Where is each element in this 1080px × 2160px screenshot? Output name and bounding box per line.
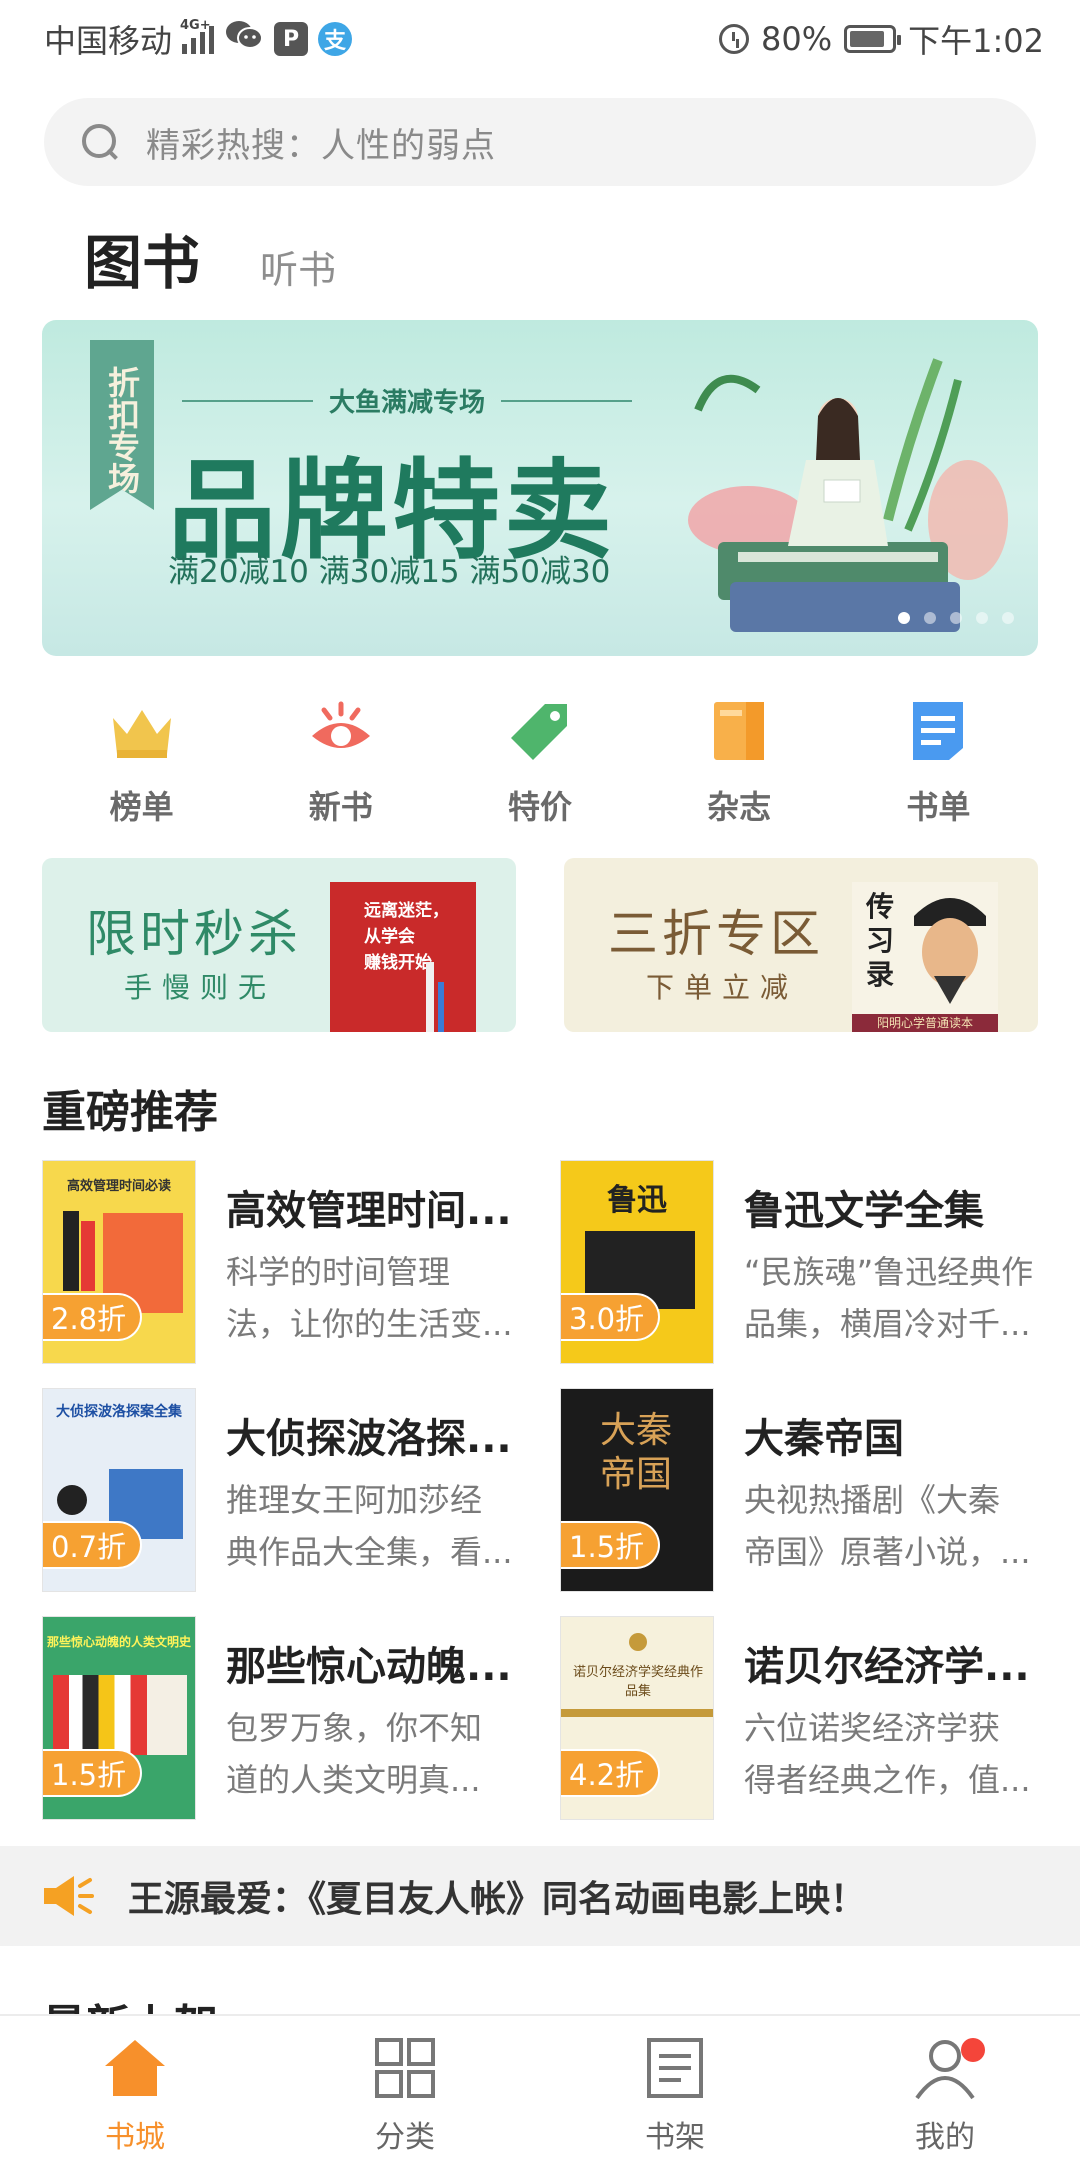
content-tabs: 图书 听书 — [84, 216, 336, 300]
bookshelf-icon — [647, 2038, 703, 2098]
book-title: 鲁迅文学全集 — [744, 1188, 984, 1234]
category-booklist[interactable]: 书单 — [868, 696, 1008, 828]
flash-sale-book-cover: 远离迷茫， 从学会 赚钱开始 — [330, 882, 476, 1032]
book-cover: 那些惊心动魄的人类文明史 1.5折 — [42, 1616, 196, 1820]
crown-icon — [112, 710, 171, 758]
pager-dot-active[interactable] — [898, 612, 910, 624]
discount-badge: 0.7折 — [43, 1521, 143, 1569]
category-ranking[interactable]: 榜单 — [72, 696, 212, 828]
book-title: 诺贝尔经济学... — [744, 1644, 1030, 1690]
discount-badge: 1.5折 — [43, 1749, 143, 1797]
book-description: 包罗万象，你不知 道的人类文明真... — [226, 1709, 483, 1799]
notification-badge — [961, 2038, 985, 2062]
promo-cards: 限时秒杀 手慢则无 远离迷茫， 从学会 赚钱开始 三折专区 下单立减 传 习 录 — [42, 858, 1038, 1032]
book-description: 六位诺奖经济学获 得者经典之作，值... — [744, 1709, 1031, 1799]
banner-offer: 满20减10 满30减15 满50减30 — [168, 554, 611, 590]
list-doc-icon — [913, 702, 964, 760]
book-title: 高效管理时间... — [226, 1188, 512, 1234]
tag-icon — [510, 704, 567, 760]
p-app-icon: P — [274, 22, 309, 56]
book-card[interactable]: 诺贝尔经济学奖经典作品集 4.2折 诺贝尔经济学... 六位诺奖经济学获 得者经典… — [560, 1616, 1052, 1820]
announcement-bar[interactable]: 王源最爱：《夏目友人帐》同名动画电影上映！ — [0, 1846, 1080, 1946]
book-cover: 鲁迅 3.0折 — [560, 1160, 714, 1364]
promo-banner[interactable]: 折扣专场 大鱼满减专场 品牌特卖 满20减10 满30减15 满50减30 — [42, 320, 1038, 656]
home-icon — [105, 2040, 165, 2096]
book-cover: 诺贝尔经济学奖经典作品集 4.2折 — [560, 1616, 714, 1820]
banner-subtitle: 大鱼满减专场 — [182, 382, 633, 419]
discount-badge: 3.0折 — [561, 1293, 661, 1341]
book-title: 大秦帝国 — [744, 1416, 904, 1462]
battery-icon — [844, 25, 902, 53]
book-description: “民族魂”鲁迅经典作 品集，横眉冷对千... — [744, 1253, 1034, 1343]
nav-categories[interactable]: 分类 — [270, 2016, 540, 2160]
flash-sale-card[interactable]: 限时秒杀 手慢则无 远离迷茫， 从学会 赚钱开始 — [42, 858, 516, 1032]
chuanxilu-book-cover: 传 习 录 阳明心学普通读本 — [852, 882, 998, 1032]
book-card[interactable]: 高效管理时间必读 2.8折 高效管理时间... 科学的时间管理 法，让你的生活变.… — [42, 1160, 534, 1364]
nav-bookstore[interactable]: 书城 — [0, 2016, 270, 2160]
book-card[interactable]: 那些惊心动魄的人类文明史 1.5折 那些惊心动魄... 包罗万象，你不知 道的人类… — [42, 1616, 534, 1820]
three-fold-title: 三折专区 — [608, 905, 824, 963]
category-new-books[interactable]: 新书 — [271, 696, 411, 828]
bottom-navigation: 书城 分类 书架 我的 — [0, 2014, 1080, 2160]
book-title: 那些惊心动魄... — [226, 1644, 512, 1690]
flash-sale-title: 限时秒杀 — [86, 905, 302, 963]
book-description: 科学的时间管理 法，让你的生活变... — [226, 1253, 513, 1343]
clock: 下午1:02 — [908, 22, 1044, 60]
book-description: 央视热播剧《大秦 帝国》原著小说，... — [744, 1481, 1031, 1571]
discount-badge: 4.2折 — [561, 1749, 661, 1797]
book-cover: 大侦探波洛探案全集 0.7折 — [42, 1388, 196, 1592]
status-left: 中国移动 4G+ P 支 — [44, 16, 353, 62]
book-card[interactable]: 大侦探波洛探案全集 0.7折 大侦探波洛探... 推理女王阿加莎经 典作品大全集，… — [42, 1388, 534, 1592]
wechat-icon — [224, 18, 264, 60]
discount-badge: 2.8折 — [43, 1293, 143, 1341]
signal-icon: 4G+ — [180, 18, 215, 54]
search-placeholder: 精彩热搜：人性的弱点 — [146, 125, 496, 166]
category-magazine[interactable]: 杂志 — [669, 696, 809, 828]
banner-illustration — [688, 358, 1008, 632]
tab-books[interactable]: 图书 — [84, 216, 200, 300]
book-cover: 大秦帝国 1.5折 — [560, 1388, 714, 1592]
three-fold-zone-card[interactable]: 三折专区 下单立减 传 习 录 阳明心学普通读本 — [564, 858, 1038, 1032]
nav-profile[interactable]: 我的 — [810, 2016, 1080, 2160]
grid-icon — [375, 2038, 435, 2098]
discount-badge: 1.5折 — [561, 1521, 661, 1569]
carrier-label: 中国移动 — [44, 22, 173, 60]
status-bar: 中国移动 4G+ P 支 80% 下午1:02 — [0, 0, 1080, 76]
magazine-icon — [714, 702, 765, 760]
status-right: 80% 下午1:02 — [719, 16, 1044, 62]
book-description: 推理女王阿加莎经 典作品大全集，看... — [226, 1481, 513, 1571]
search-icon — [80, 122, 120, 162]
search-bar[interactable]: 精彩热搜：人性的弱点 — [44, 98, 1036, 186]
pager-dot[interactable] — [976, 612, 988, 624]
tab-audiobooks[interactable]: 听书 — [260, 239, 336, 294]
section-title-featured: 重磅推荐 — [42, 1087, 218, 1138]
book-cover: 高效管理时间必读 2.8折 — [42, 1160, 196, 1364]
book-card[interactable]: 大秦帝国 1.5折 大秦帝国 央视热播剧《大秦 帝国》原著小说，... — [560, 1388, 1052, 1592]
pager-dot[interactable] — [924, 612, 936, 624]
banner-ribbon: 折扣专场 — [90, 340, 154, 510]
category-special-price[interactable]: 特价 — [470, 696, 610, 828]
banner-pager[interactable] — [898, 612, 1014, 624]
book-card[interactable]: 鲁迅 3.0折 鲁迅文学全集 “民族魂”鲁迅经典作 品集，横眉冷对千... — [560, 1160, 1052, 1364]
category-row: 榜单 新书 特价 杂志 书单 — [42, 696, 1038, 828]
eye-icon — [311, 701, 370, 748]
battery-percent: 80% — [761, 20, 833, 58]
alarm-icon — [719, 24, 749, 54]
pager-dot[interactable] — [1002, 612, 1014, 624]
flash-sale-subtitle: 手慢则无 — [124, 971, 277, 1004]
pager-dot[interactable] — [950, 612, 962, 624]
alipay-icon: 支 — [318, 22, 353, 56]
three-fold-subtitle: 下单立减 — [646, 971, 799, 1004]
nav-bookshelf[interactable]: 书架 — [540, 2016, 810, 2160]
megaphone-icon — [44, 1876, 94, 1916]
book-title: 大侦探波洛探... — [226, 1416, 512, 1462]
announcement-text: 王源最爱：《夏目友人帐》同名动画电影上映！ — [128, 1879, 867, 1920]
